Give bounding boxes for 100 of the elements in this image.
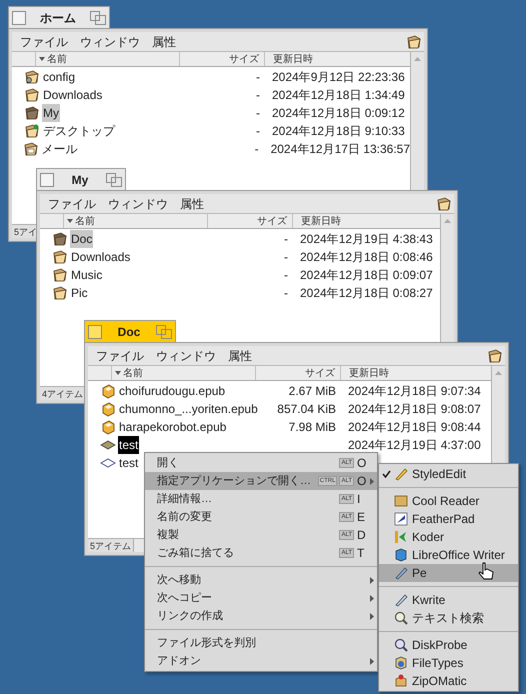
menu-item-label: ZipOMatic: [412, 673, 467, 690]
menu-item[interactable]: FileTypes: [379, 654, 518, 672]
file-name[interactable]: choifurudougu.epub: [118, 382, 226, 400]
window-title: Doc: [116, 324, 142, 340]
menu-item[interactable]: 次へコピー: [145, 589, 377, 607]
zoom-icon[interactable]: [156, 324, 172, 338]
submenu-arrow-icon: [370, 612, 374, 620]
file-name[interactable]: デスクトップ: [42, 122, 116, 140]
menu-item-label: ごみ箱に捨てる: [157, 546, 235, 561]
file-size: 2.67 MiB: [288, 383, 336, 400]
menu-item[interactable]: リンクの作成: [145, 607, 377, 625]
menu-item-label: 次へ移動: [157, 572, 202, 588]
file-size: 7.98 MiB: [288, 419, 336, 436]
window-title: ホーム: [39, 10, 77, 26]
folder-icon: [52, 231, 68, 247]
menu-item[interactable]: Kwrite: [379, 591, 518, 609]
box-icon: [393, 673, 409, 689]
menu-item[interactable]: 属性: [174, 194, 210, 212]
file-name[interactable]: chumonno_...yoriten.epub: [118, 400, 259, 418]
menu-item-label: StyledEdit: [412, 466, 466, 483]
folder-icon[interactable]: [487, 348, 503, 364]
file-name[interactable]: My: [42, 104, 60, 122]
folder-icon[interactable]: [406, 34, 422, 50]
submenu-arrow-icon: [370, 658, 374, 664]
file-name[interactable]: Doc: [70, 230, 94, 248]
file-name[interactable]: Downloads: [42, 86, 104, 104]
pen-icon: [393, 466, 409, 482]
menu-item-label: 名前の変更: [157, 510, 213, 525]
file-date: 2024年12月18日 1:34:49: [271, 88, 405, 102]
pen-icon: [393, 565, 409, 581]
file-name[interactable]: config: [42, 68, 76, 86]
column-header[interactable]: サイズ: [256, 366, 341, 380]
menu-item[interactable]: ファイル: [14, 32, 74, 50]
file-date: 2024年12月18日 0:08:27: [299, 286, 433, 300]
file-date: 2024年12月18日 0:08:46: [299, 250, 433, 264]
file-name[interactable]: test: [118, 436, 140, 454]
column-header[interactable]: 更新日時: [265, 52, 410, 66]
file-name[interactable]: Music: [70, 266, 104, 284]
menu-item[interactable]: 属性: [146, 32, 182, 50]
menu-item[interactable]: ファイル: [42, 194, 102, 212]
file-name[interactable]: Pic: [70, 284, 89, 302]
menu-item[interactable]: DiskProbe: [379, 636, 518, 654]
submenu-arrow-icon: [370, 576, 374, 584]
shortcut-key: O: [357, 472, 366, 490]
close-box-icon[interactable]: [12, 10, 26, 24]
submenu-arrow-icon: [370, 478, 374, 484]
file-size: 857.04 KiB: [277, 401, 336, 418]
window-tab[interactable]: ホーム: [8, 6, 110, 28]
menu-item[interactable]: ファイル: [90, 346, 150, 364]
window-tab[interactable]: My: [36, 168, 126, 190]
menu-item[interactable]: Pe: [379, 564, 518, 582]
column-header[interactable]: 更新日時: [341, 366, 491, 380]
file-size: -: [254, 141, 259, 158]
file-date: 2024年12月18日 0:09:07: [299, 268, 433, 282]
menu-item[interactable]: ZipOMatic: [379, 672, 518, 690]
menu-item[interactable]: LibreOffice Writer: [379, 546, 518, 564]
zoom-icon[interactable]: [106, 172, 122, 186]
file-name[interactable]: harapekorobot.epub: [118, 418, 228, 436]
file-size: -: [256, 105, 260, 122]
menu-item-label: 詳細情報…: [157, 492, 213, 507]
menu-item[interactable]: Koder: [379, 528, 518, 546]
file-size: -: [284, 267, 288, 284]
submenu-arrow-icon: [370, 594, 374, 602]
menu-item[interactable]: ウィンドウ: [150, 346, 222, 364]
file-name[interactable]: メール: [40, 140, 79, 158]
close-box-icon[interactable]: [88, 324, 102, 338]
column-header[interactable]: 更新日時: [293, 214, 440, 228]
column-header[interactable]: 名前: [36, 52, 180, 66]
book-icon: [100, 419, 116, 435]
menu-item[interactable]: テキスト検索: [379, 609, 518, 627]
menu-item[interactable]: アドオン: [145, 652, 377, 670]
pen-icon: [393, 592, 409, 608]
magnifier-icon: [393, 637, 409, 653]
folder-icon: [22, 141, 39, 157]
sort-icon: [115, 371, 121, 375]
book-icon: [100, 383, 116, 399]
window-tab[interactable]: Doc: [84, 320, 176, 342]
column-header[interactable]: サイズ: [208, 214, 293, 228]
menu-item[interactable]: ウィンドウ: [74, 32, 146, 50]
menu-item[interactable]: Cool Reader: [379, 492, 518, 510]
menu-item-label: リンクの作成: [157, 608, 224, 624]
file-name[interactable]: test: [118, 454, 140, 472]
zoom-icon[interactable]: [90, 10, 106, 24]
menu-item[interactable]: ファイル形式を判別: [145, 634, 377, 652]
menu-item[interactable]: 属性: [222, 346, 258, 364]
folder-icon: [24, 105, 40, 121]
close-box-icon[interactable]: [40, 172, 54, 186]
column-header[interactable]: 名前: [64, 214, 208, 228]
menu-item[interactable]: ウィンドウ: [102, 194, 174, 212]
hand-pointer-icon: [478, 562, 494, 580]
column-header[interactable]: 名前: [112, 366, 256, 380]
folder-icon: [52, 285, 68, 301]
leaf-icon: [393, 529, 409, 545]
folder-icon[interactable]: [436, 196, 452, 212]
file-date: 2024年12月18日 9:08:44: [347, 420, 481, 434]
menu-item[interactable]: FeatherPad: [379, 510, 518, 528]
column-header[interactable]: サイズ: [180, 52, 265, 66]
file-name[interactable]: Downloads: [70, 248, 132, 266]
menu-item[interactable]: StyledEdit: [379, 465, 518, 483]
menu-item[interactable]: 次へ移動: [145, 571, 377, 589]
